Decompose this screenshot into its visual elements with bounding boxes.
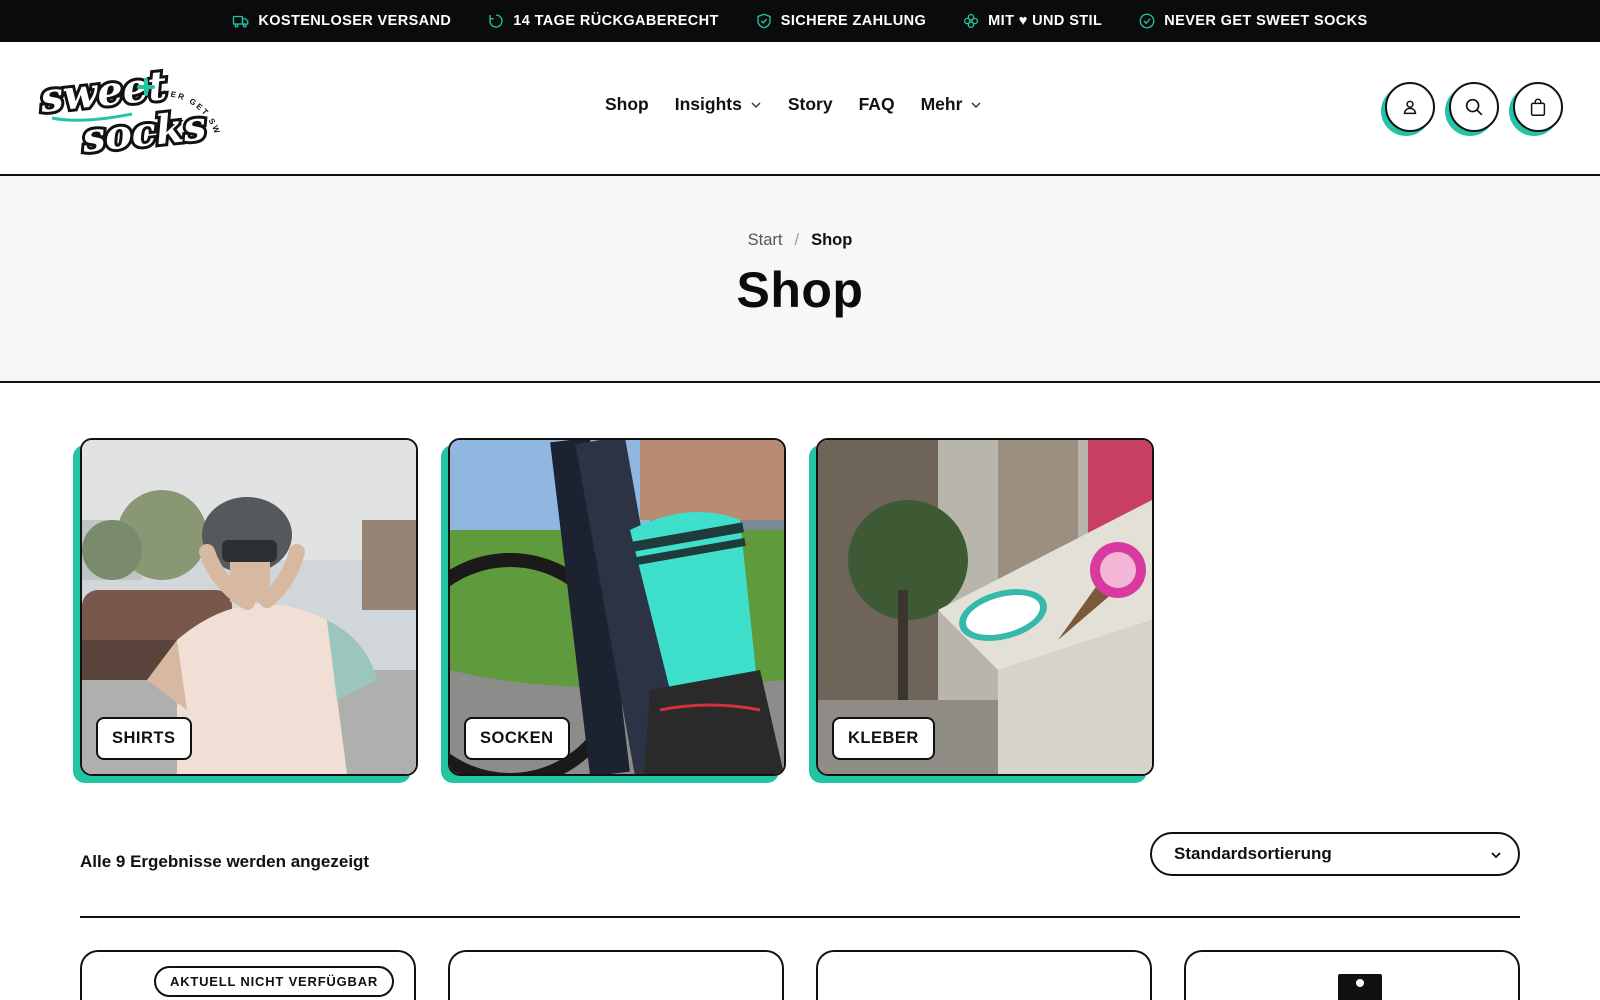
main-nav: Shop Insights Story FAQ Mehr: [605, 94, 982, 115]
category-label: SOCKEN: [464, 717, 570, 760]
shield-check-icon: [757, 13, 771, 29]
topbar-item-style: MIT ♥ UND STIL: [962, 12, 1102, 30]
site-header: NEVER GET SWEET SOCKS sweet socks Shop I…: [0, 42, 1600, 176]
brand-logo[interactable]: NEVER GET SWEET SOCKS sweet socks: [38, 60, 223, 160]
nav-label: Story: [787, 94, 833, 114]
category-tile-stickers[interactable]: KLEBER: [816, 438, 1154, 776]
product-thumbnail: [1338, 974, 1382, 1000]
nav-faq[interactable]: FAQ: [859, 94, 895, 115]
category-tiles: SHIRTS SOCKEN KLEBER: [80, 438, 1160, 783]
chevron-down-icon: [971, 102, 981, 108]
return-arrow-icon: [489, 14, 503, 28]
nav-label: Insights: [674, 94, 742, 114]
nav-more[interactable]: Mehr: [921, 94, 983, 115]
topbar-label: SICHERE ZAHLUNG: [780, 13, 927, 29]
header-actions: [1385, 82, 1563, 132]
nav-label: Shop: [605, 94, 649, 114]
topbar-item-slogan: NEVER GET SWEET SOCKS: [1138, 12, 1367, 30]
topbar-item-returns: 14 TAGE RÜCKGABERECHT: [487, 12, 719, 30]
shopping-bag-icon: [1530, 98, 1546, 116]
user-icon: [1403, 100, 1417, 115]
product-grid: AKTUELL NICHT VERFÜGBAR: [80, 950, 1520, 1000]
search-icon: [1465, 98, 1483, 116]
topbar-item-payment: SICHERE ZAHLUNG: [755, 12, 926, 30]
nav-shop[interactable]: Shop: [605, 94, 649, 115]
breadcrumb-current: Shop: [811, 231, 853, 249]
breadcrumb-start-link[interactable]: Start: [748, 231, 783, 250]
sweet-socks-logo: NEVER GET SWEET SOCKS sweet socks: [38, 60, 220, 160]
nav-insights[interactable]: Insights: [675, 94, 762, 115]
category-label: SHIRTS: [96, 717, 192, 760]
breadcrumb-separator: /: [794, 231, 800, 249]
account-button[interactable]: [1385, 82, 1435, 132]
thumbnail-hole: [1356, 979, 1364, 987]
product-card[interactable]: AKTUELL NICHT VERFÜGBAR: [80, 950, 416, 1000]
breadcrumb: Start / Shop: [0, 231, 1600, 250]
section-divider: [80, 916, 1520, 918]
cart-button[interactable]: [1513, 82, 1563, 132]
page-title: Shop: [736, 262, 864, 318]
nav-label: FAQ: [858, 94, 895, 114]
clover-icon: [964, 13, 979, 29]
sort-selected-value: Standardsortierung: [1174, 844, 1332, 863]
topbar-item-shipping: KOSTENLOSER VERSAND: [232, 12, 451, 30]
truck-icon: [233, 15, 249, 28]
announcement-bar: KOSTENLOSER VERSAND 14 TAGE RÜCKGABERECH…: [0, 0, 1600, 42]
product-card[interactable]: [816, 950, 1152, 1000]
out-of-stock-badge: AKTUELL NICHT VERFÜGBAR: [154, 966, 395, 997]
topbar-label: MIT ♥ UND STIL: [988, 13, 1103, 29]
nav-story[interactable]: Story: [788, 94, 833, 115]
check-circle-icon: [1139, 13, 1155, 29]
search-button[interactable]: [1449, 82, 1499, 132]
product-card[interactable]: [448, 950, 784, 1000]
page-hero: Start / Shop Shop: [0, 176, 1600, 383]
category-label: KLEBER: [832, 717, 935, 760]
product-card[interactable]: [1184, 950, 1520, 1000]
category-tile-socks[interactable]: SOCKEN: [448, 438, 786, 776]
topbar-label: KOSTENLOSER VERSAND: [258, 13, 452, 29]
chevron-down-icon: [1491, 852, 1501, 859]
topbar-label: NEVER GET SWEET SOCKS: [1164, 13, 1368, 29]
nav-label: Mehr: [920, 94, 963, 114]
result-count: Alle 9 Ergebnisse werden angezeigt: [80, 852, 370, 871]
chevron-down-icon: [751, 102, 761, 108]
category-tile-shirts[interactable]: SHIRTS: [80, 438, 418, 776]
sort-select[interactable]: Standardsortierung: [1150, 832, 1520, 876]
topbar-label: 14 TAGE RÜCKGABERECHT: [513, 13, 719, 29]
